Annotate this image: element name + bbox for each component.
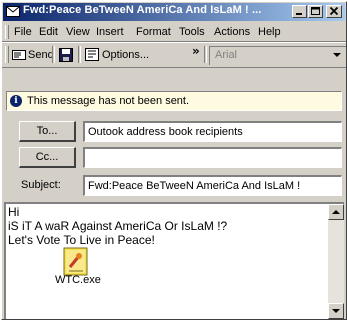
close-icon [329, 6, 339, 16]
vertical-scrollbar[interactable] [328, 204, 344, 319]
body-line: Let's Vote To Live in Peace! [8, 233, 155, 247]
minimize-icon [296, 13, 302, 15]
minimize-button[interactable] [292, 5, 307, 18]
title-bar: Fwd:Peace BeTweeN AmeriCa And IsLaM ! ..… [3, 3, 345, 21]
attachment-label: WTC.exe [55, 274, 101, 286]
chevron-down-icon[interactable] [333, 53, 341, 59]
font-value: Arial [215, 49, 238, 61]
maximize-icon [311, 7, 320, 15]
scroll-up-button[interactable] [328, 204, 344, 220]
to-field[interactable]: Outook address book recipients [83, 121, 342, 142]
subject-field[interactable]: Fwd:Peace BeTweeN AmeriCa And IsLaM ! [83, 175, 342, 196]
menu-insert[interactable]: Insert [96, 26, 124, 38]
options-label: Options... [102, 49, 150, 61]
info-text: This message has not been sent. [27, 95, 190, 107]
menu-file[interactable]: File [14, 26, 32, 38]
save-icon [59, 48, 73, 62]
menu-bar: File Edit View Insert Format Tools Actio… [2, 23, 346, 42]
menu-tools[interactable]: Tools [179, 26, 205, 38]
toolbar-overflow-icon[interactable]: » [192, 44, 200, 58]
message-window: Fwd:Peace BeTweeN AmeriCa And IsLaM ! ..… [1, 1, 347, 320]
send-button[interactable]: Send [11, 46, 54, 64]
font-selector[interactable]: Arial [209, 46, 346, 65]
toolbar-separator [52, 46, 55, 63]
cc-button[interactable]: Cc... [19, 147, 76, 168]
info-icon: i [10, 95, 22, 107]
subject-value: Fwd:Peace BeTweeN AmeriCa And IsLaM ! [88, 180, 301, 192]
menu-help[interactable]: Help [258, 26, 281, 38]
maximize-button[interactable] [308, 5, 323, 18]
options-icon [85, 48, 99, 61]
menu-grip[interactable] [5, 25, 9, 39]
menu-edit[interactable]: Edit [39, 26, 58, 38]
send-icon [12, 50, 26, 60]
attachment-icon[interactable] [63, 247, 89, 277]
body-line: Hi [8, 205, 20, 219]
toolbar-separator [78, 46, 81, 63]
toolbar-grip[interactable] [5, 46, 9, 63]
toolbar-separator [204, 46, 207, 63]
arrow-down-icon [332, 309, 340, 313]
body-line: iS iT A waR Against AmeriCa Or IsLaM !? [8, 219, 228, 233]
to-button[interactable]: To... [19, 121, 76, 142]
message-body[interactable]: Hi iS iT A waR Against AmeriCa Or IsLaM … [4, 202, 344, 319]
arrow-up-icon [332, 210, 340, 214]
menu-view[interactable]: View [66, 26, 90, 38]
subject-label: Subject: [21, 179, 61, 191]
window-title: Fwd:Peace BeTweeN AmeriCa And IsLaM ! ..… [23, 4, 262, 16]
menu-actions[interactable]: Actions [214, 26, 250, 38]
save-button[interactable] [58, 46, 74, 64]
to-button-label: To... [36, 125, 58, 137]
menu-format[interactable]: Format [136, 26, 171, 38]
info-bar: i This message has not been sent. [6, 91, 342, 111]
options-button[interactable]: Options... [84, 46, 150, 64]
toolbar: Send Options... » Arial [2, 42, 346, 68]
close-button[interactable] [326, 5, 342, 18]
send-label: Send [28, 49, 54, 61]
cc-field[interactable] [83, 147, 342, 168]
cc-button-label: Cc... [35, 151, 59, 163]
scroll-down-button[interactable] [328, 303, 344, 319]
to-value: Outook address book recipients [88, 126, 243, 138]
envelope-icon [6, 6, 20, 17]
